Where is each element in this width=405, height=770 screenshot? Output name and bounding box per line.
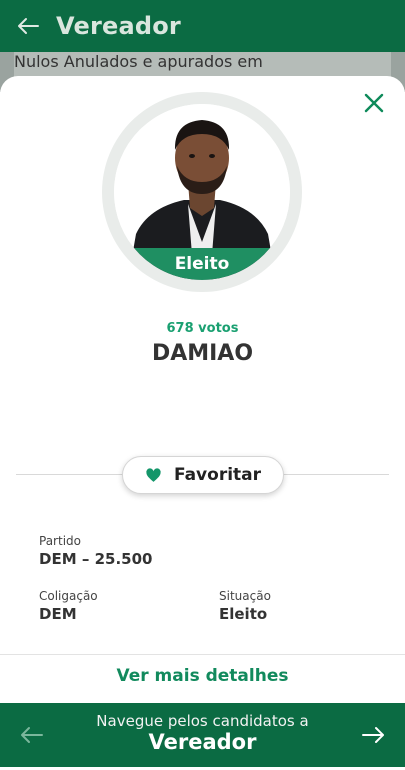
navigation-office: Vereador [148, 730, 257, 754]
background-nulos-label: Nulos [14, 52, 59, 71]
app-header: Vereador [0, 0, 405, 52]
arrow-right-icon[interactable] [359, 721, 387, 749]
candidate-navigation-bar: Navegue pelos candidatos a Vereador [0, 703, 405, 767]
details-separator [0, 654, 405, 655]
navigation-caption: Navegue pelos candidatos a [96, 712, 309, 730]
vote-count: 678 votos [166, 321, 239, 336]
elected-badge: Eleito [114, 248, 290, 280]
coalition-label: Coligação [39, 589, 98, 603]
candidate-name: DAMIAO [151, 341, 254, 366]
page-title: Vereador [56, 12, 181, 40]
candidate-photo: Eleito [114, 104, 290, 280]
background-anulados-label: Anulados e apurados em [63, 52, 263, 71]
favorite-label: Favoritar [173, 465, 262, 485]
party-label: Partido [39, 534, 81, 548]
candidate-sheet: Eleito 678 votos DAMIAO Favoritar Partid… [0, 76, 405, 770]
situation-label: Situação [219, 589, 271, 603]
candidate-photo-frame: Eleito [102, 92, 302, 292]
situation-value: Eleito [219, 605, 268, 623]
close-icon[interactable] [361, 90, 387, 116]
heart-icon [145, 467, 162, 484]
back-arrow-icon[interactable] [0, 0, 56, 52]
party-value: DEM – 25.500 [39, 550, 153, 568]
more-details-link[interactable]: Ver mais detalhes [0, 666, 405, 686]
coalition-value: DEM [39, 605, 77, 623]
favorite-button[interactable]: Favoritar [122, 456, 284, 494]
